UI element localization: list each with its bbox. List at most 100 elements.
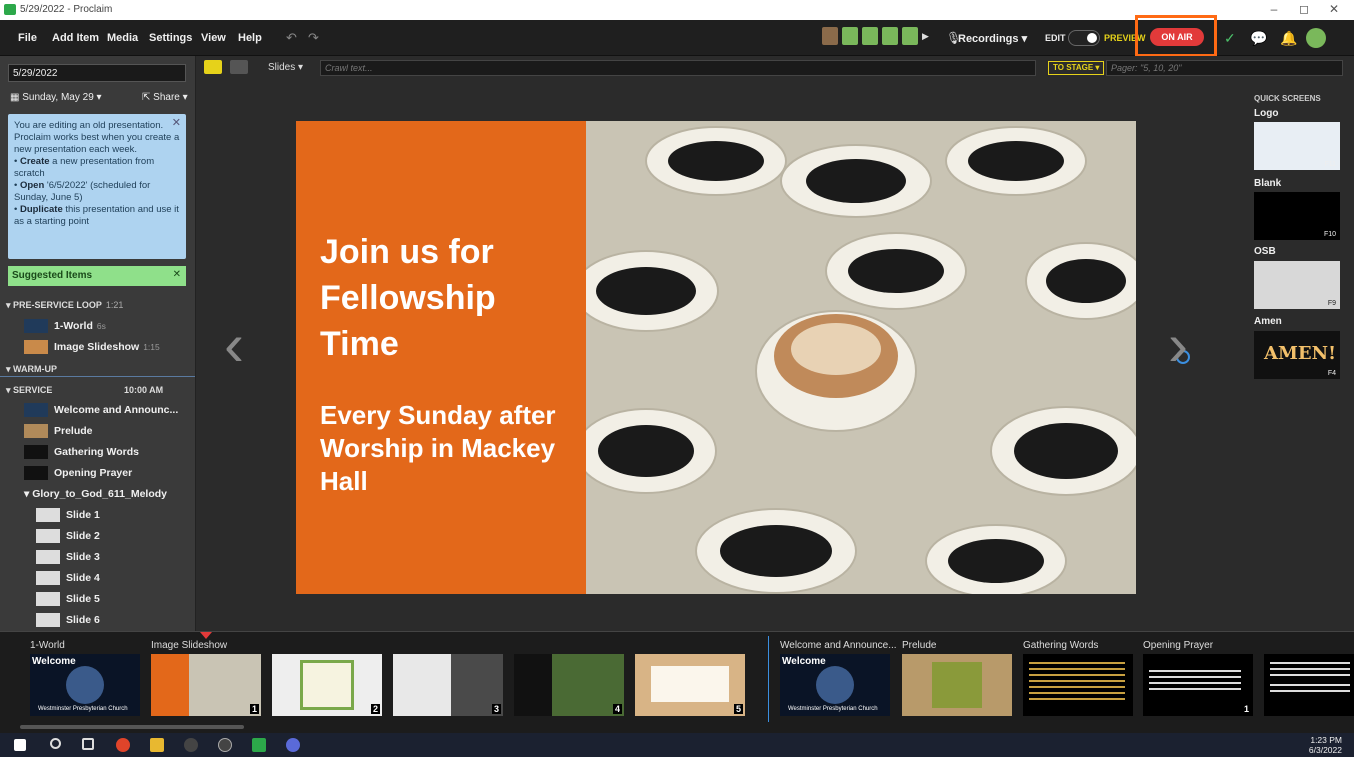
- strip-thumb-2[interactable]: 2: [272, 654, 382, 716]
- search-icon[interactable]: [50, 738, 61, 749]
- strip-thumb-4[interactable]: 4: [514, 654, 624, 716]
- app-icon[interactable]: [286, 738, 300, 752]
- strip-thumb-3[interactable]: 3: [393, 654, 503, 716]
- menu-media[interactable]: Media: [107, 32, 138, 44]
- item-gathering-words[interactable]: Gathering Words: [24, 444, 139, 460]
- service-date-dropdown[interactable]: ▦ Sunday, May 29 ▾: [10, 92, 102, 103]
- strip-label: Welcome and Announce...: [780, 640, 897, 651]
- prayer-lines: [1270, 662, 1350, 664]
- notice-option-create[interactable]: • Create a new presentation from scratch: [14, 156, 180, 180]
- minimize-button[interactable]: –: [1264, 2, 1284, 16]
- edit-preview-toggle[interactable]: [1068, 30, 1100, 46]
- crawl-text-input[interactable]: Crawl text...: [320, 60, 1036, 76]
- song-slide[interactable]: Slide 5: [36, 591, 100, 607]
- shortcut-key: F9: [1327, 300, 1336, 307]
- windows-start-icon[interactable]: [14, 739, 26, 751]
- song-slide[interactable]: Slide 2: [36, 528, 100, 544]
- strip-scrollbar[interactable]: [20, 725, 244, 729]
- recordings-menu[interactable]: Recordings ▾: [958, 32, 1027, 45]
- system-clock[interactable]: 1:23 PM 6/3/2022: [1309, 735, 1342, 755]
- thumb-number: 2: [370, 704, 380, 714]
- close-button[interactable]: ✕: [1324, 2, 1344, 16]
- chrome-icon[interactable]: [116, 738, 130, 752]
- grid-view-icon[interactable]: [230, 60, 248, 74]
- strip-thumb-world[interactable]: Welcome Westminster Presbyterian Church: [30, 654, 140, 716]
- quick-screen-osb[interactable]: F9: [1254, 261, 1340, 309]
- person-icon[interactable]: [882, 27, 898, 45]
- thumb-number: 1: [249, 704, 259, 714]
- section-pre-service-loop[interactable]: ▾ PRE-SERVICE LOOP 1:21: [6, 300, 123, 311]
- item-thumbnail: [36, 613, 60, 628]
- menu-add-item[interactable]: Add Item: [52, 32, 99, 44]
- strip-label: Gathering Words: [1023, 640, 1099, 651]
- single-view-icon[interactable]: [204, 60, 222, 74]
- bell-icon[interactable]: 🔔: [1280, 30, 1297, 47]
- notice-option-duplicate[interactable]: • Duplicate this presentation and use it…: [14, 204, 180, 228]
- account-avatar[interactable]: [1306, 28, 1326, 48]
- section-warm-up[interactable]: ▾ WARM-UP: [6, 364, 57, 375]
- current-slide[interactable]: Join us for Fellowship Time Every Sunday…: [296, 121, 1136, 594]
- notice-option-open[interactable]: • Open '6/5/2022' (scheduled for Sunday,…: [14, 180, 180, 204]
- file-explorer-icon[interactable]: [150, 738, 164, 752]
- close-icon[interactable]: ✕: [172, 117, 181, 129]
- section-service[interactable]: ▾ SERVICE 10:00 AM: [6, 385, 190, 396]
- strip-thumb-welcome[interactable]: Welcome Westminster Presbyterian Church: [780, 654, 890, 716]
- church-name: Westminster Presbyterian Church: [38, 706, 128, 712]
- quick-screen-amen[interactable]: AMEN! F4: [1254, 331, 1340, 379]
- close-icon[interactable]: ✕: [173, 269, 181, 280]
- proclaim-icon[interactable]: [252, 738, 266, 752]
- item-opening-prayer[interactable]: Opening Prayer: [24, 465, 132, 481]
- flyer-image: [300, 660, 354, 710]
- menu-settings[interactable]: Settings: [149, 32, 192, 44]
- menu-view[interactable]: View: [201, 32, 226, 44]
- item-song[interactable]: ▾ Glory_to_God_611_Melody: [24, 486, 167, 502]
- song-slide[interactable]: Slide 3: [36, 549, 100, 565]
- item-1-world[interactable]: 1-World 6s: [24, 318, 106, 334]
- next-slide-icon[interactable]: ›: [1168, 310, 1188, 379]
- obs-icon[interactable]: [218, 738, 232, 752]
- obs-icon[interactable]: [184, 738, 198, 752]
- strip-thumb-prayer[interactable]: 1: [1143, 654, 1253, 716]
- previous-slide-icon[interactable]: ‹: [224, 310, 244, 379]
- to-stage-button[interactable]: TO STAGE ▾: [1048, 61, 1105, 75]
- person-icon[interactable]: [862, 27, 878, 45]
- strip-thumb-next[interactable]: [1264, 654, 1354, 716]
- stage-area: ‹ Join us for Fellowship Time Every Sund…: [196, 80, 1244, 631]
- strip-thumb-gathering[interactable]: [1023, 654, 1133, 716]
- song-slide[interactable]: Slide 1: [36, 507, 100, 523]
- play-arrow-icon[interactable]: ▶: [922, 27, 938, 45]
- person-icon[interactable]: [902, 27, 918, 45]
- redo-icon[interactable]: ↷: [308, 30, 319, 46]
- check-circle-icon[interactable]: ✓: [1224, 30, 1236, 47]
- item-welcome[interactable]: Welcome and Announc...: [24, 402, 178, 418]
- pager-input[interactable]: Pager: "5, 10, 20": [1106, 60, 1343, 76]
- strip-thumb-prelude[interactable]: [902, 654, 1012, 716]
- strip-thumb-5[interactable]: 5: [635, 654, 745, 716]
- chat-icon[interactable]: 💬: [1250, 30, 1267, 47]
- maximize-button[interactable]: ◻: [1294, 2, 1314, 16]
- date-input[interactable]: 5/29/2022: [8, 64, 186, 82]
- song-slide[interactable]: Slide 6: [36, 612, 100, 628]
- person-icon[interactable]: [842, 27, 858, 45]
- slides-dropdown[interactable]: Slides ▾: [268, 62, 303, 73]
- strip-thumb-fellowship[interactable]: 1: [151, 654, 261, 716]
- quick-screen-blank[interactable]: F10: [1254, 192, 1340, 240]
- menu-help[interactable]: Help: [238, 32, 262, 44]
- song-slide[interactable]: Slide 4: [36, 570, 100, 586]
- item-thumbnail: [24, 424, 48, 439]
- current-position-marker: [200, 632, 212, 639]
- item-thumbnail: [24, 319, 48, 334]
- menu-file[interactable]: File: [18, 32, 37, 44]
- edit-label: EDIT: [1045, 33, 1066, 43]
- suggested-items-bar[interactable]: Suggested Items ✕: [8, 266, 186, 286]
- screen-thumb-icon[interactable]: [822, 27, 838, 45]
- on-air-button[interactable]: ON AIR: [1150, 28, 1204, 46]
- app-icon: [4, 4, 16, 15]
- item-prelude[interactable]: Prelude: [24, 423, 93, 439]
- item-image-slideshow[interactable]: Image Slideshow 1:15: [24, 339, 160, 355]
- share-button[interactable]: ⇱ Share ▾: [142, 92, 188, 103]
- slide-headline: Join us for Fellowship Time: [320, 233, 496, 363]
- task-view-icon[interactable]: [82, 738, 94, 750]
- undo-icon[interactable]: ↶: [286, 30, 297, 46]
- quick-screen-logo[interactable]: F11: [1254, 122, 1340, 170]
